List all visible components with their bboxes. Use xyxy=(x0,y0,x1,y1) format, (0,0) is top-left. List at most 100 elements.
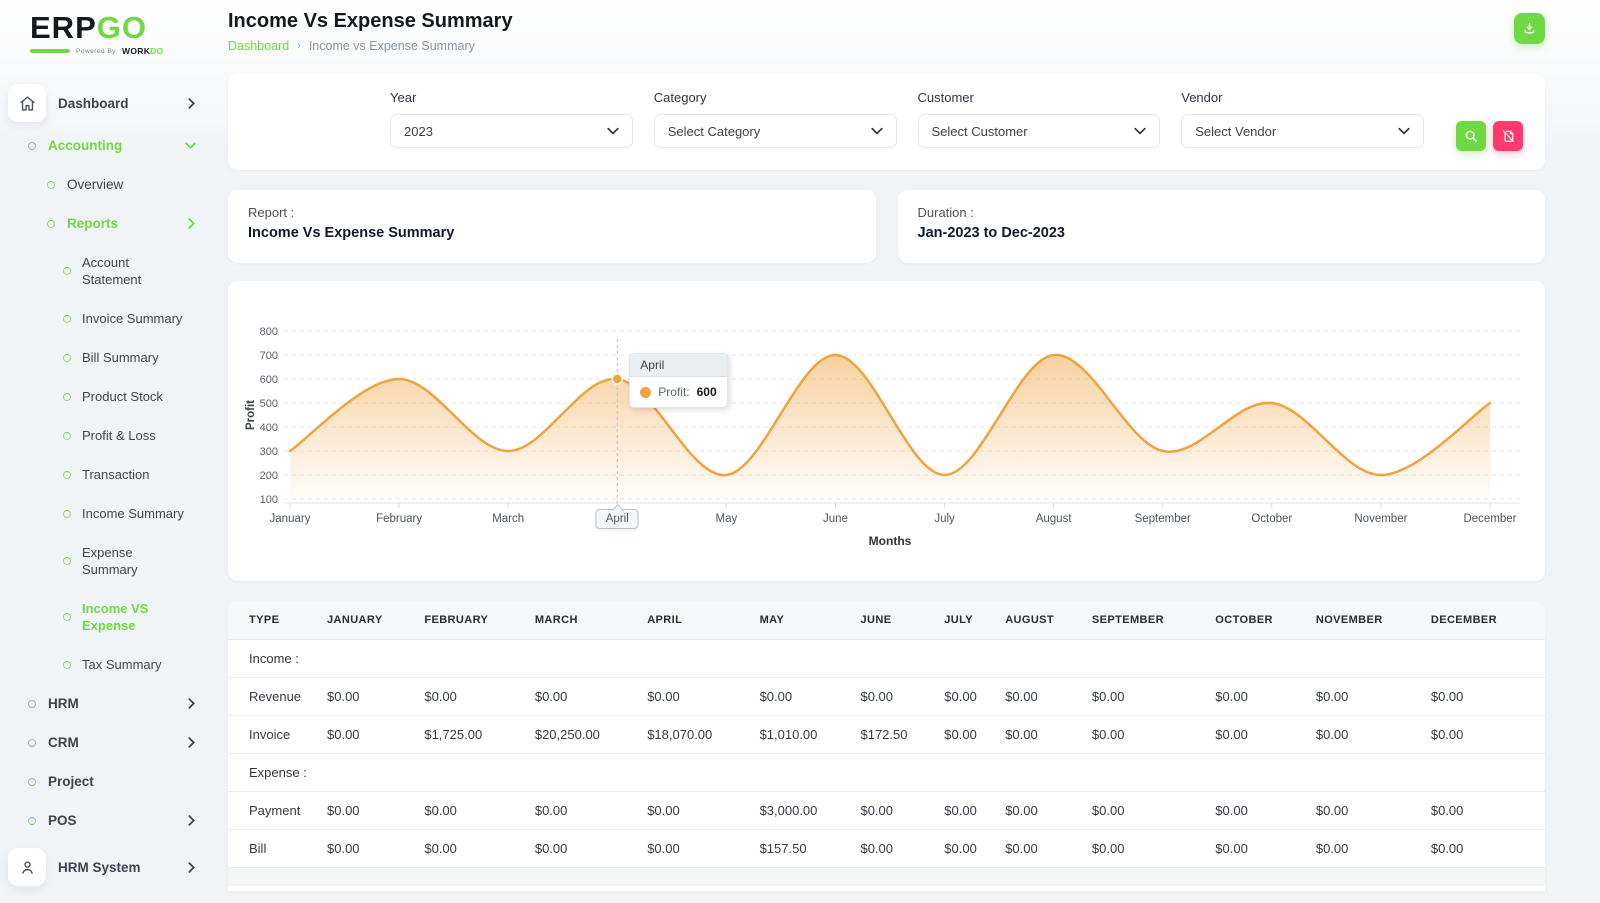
income-expense-table-card: TYPEJANUARYFEBRUARYMARCHAPRILMAYJUNEJULY… xyxy=(228,601,1545,891)
svg-text:August: August xyxy=(1036,513,1073,525)
reports-submenu: Account StatementInvoice SummaryBill Sum… xyxy=(0,243,214,684)
next-section-row xyxy=(228,868,1545,886)
chevron-down-icon xyxy=(185,141,196,150)
vendor-select[interactable]: Select Vendor xyxy=(1181,114,1424,148)
app-root: ERPGO Powered By WORKDO Dashboard Accoun… xyxy=(0,0,1600,903)
report-label: Report : xyxy=(248,205,856,220)
svg-text:300: 300 xyxy=(260,446,278,458)
modules-menu: HRMCRMProjectPOS xyxy=(0,684,214,840)
vendor-label: Vendor xyxy=(1181,90,1424,105)
column-header-january: JANUARY xyxy=(327,601,424,640)
svg-text:100: 100 xyxy=(260,494,278,506)
chevron-right-icon xyxy=(187,698,196,709)
svg-text:November: November xyxy=(1354,513,1407,525)
bullet-icon xyxy=(63,354,71,362)
sidebar-menu: Dashboard Accounting Overview Reports Ac… xyxy=(0,80,214,890)
svg-text:December: December xyxy=(1463,513,1516,525)
bullet-icon xyxy=(47,181,55,189)
xaxis-hover-label: April xyxy=(596,509,639,529)
search-icon xyxy=(1464,129,1478,143)
category-label: Category xyxy=(654,90,897,105)
sidebar-item-bill-summary[interactable]: Bill Summary xyxy=(0,338,214,377)
sidebar-item-transaction[interactable]: Transaction xyxy=(0,455,214,494)
table-row-bill: Bill$0.00$0.00$0.00$0.00$157.50$0.00$0.0… xyxy=(228,830,1545,868)
column-header-type: TYPE xyxy=(228,601,327,640)
sidebar-item-expense-summary[interactable]: Expense Summary xyxy=(0,533,214,589)
bullet-icon xyxy=(28,142,36,150)
year-label: Year xyxy=(390,90,633,105)
svg-text:October: October xyxy=(1251,513,1292,525)
x-axis-title: Months xyxy=(869,534,912,548)
category-field: Category Select Category xyxy=(654,90,897,170)
sidebar-item-pos[interactable]: POS xyxy=(0,801,214,840)
duration-card: Duration : Jan-2023 to Dec-2023 xyxy=(898,190,1546,263)
home-icon xyxy=(19,95,36,112)
column-header-march: MARCH xyxy=(535,601,647,640)
table-row-invoice: Invoice$0.00$1,725.00$20,250.00$18,070.0… xyxy=(228,716,1545,754)
customer-select[interactable]: Select Customer xyxy=(918,114,1161,148)
sidebar-item-product-stock[interactable]: Product Stock xyxy=(0,377,214,416)
svg-text:March: March xyxy=(492,513,524,525)
page-title: Income Vs Expense Summary xyxy=(228,10,513,33)
customer-field: Customer Select Customer xyxy=(918,90,1161,170)
sidebar-item-account-statement[interactable]: Account Statement xyxy=(0,243,214,299)
sidebar-item-invoice-summary[interactable]: Invoice Summary xyxy=(0,299,214,338)
svg-text:January: January xyxy=(270,513,311,525)
sidebar-item-income-vs-expense[interactable]: Income VS Expense xyxy=(0,589,214,645)
sidebar-item-accounting[interactable]: Accounting xyxy=(0,126,214,165)
year-select[interactable]: 2023 xyxy=(390,114,633,148)
sidebar-item-income-summary[interactable]: Income Summary xyxy=(0,494,214,533)
bullet-icon xyxy=(63,510,71,518)
vendor-field: Vendor Select Vendor xyxy=(1181,90,1424,170)
svg-text:February: February xyxy=(376,513,422,525)
apply-filter-button[interactable] xyxy=(1456,121,1486,151)
sidebar-item-hrm-system[interactable]: HRM System xyxy=(0,844,214,890)
download-button[interactable] xyxy=(1514,13,1545,44)
main-content: Income Vs Expense Summary Dashboard › In… xyxy=(228,0,1545,891)
sidebar-item-reports[interactable]: Reports xyxy=(0,204,214,243)
sidebar-item-crm[interactable]: CRM xyxy=(0,723,214,762)
table-row-payment: Payment$0.00$0.00$0.00$0.00$3,000.00$0.0… xyxy=(228,792,1545,830)
column-header-may: MAY xyxy=(760,601,861,640)
selected-point-marker xyxy=(612,374,622,384)
logo-powered-by: Powered By xyxy=(76,48,116,55)
customer-label: Customer xyxy=(918,90,1161,105)
svg-text:800: 800 xyxy=(260,326,278,338)
bullet-icon xyxy=(63,393,71,401)
duration-label: Duration : xyxy=(918,205,1526,220)
sidebar-item-tax-summary[interactable]: Tax Summary xyxy=(0,645,214,684)
sidebar-item-overview[interactable]: Overview xyxy=(0,165,214,204)
logo-underline xyxy=(30,49,70,53)
reset-filter-icon xyxy=(1501,129,1515,143)
column-header-april: APRIL xyxy=(647,601,759,640)
bullet-icon xyxy=(63,315,71,323)
logo-workdo: WORKDO xyxy=(122,46,163,56)
chevron-down-icon xyxy=(1398,127,1410,135)
column-header-june: JUNE xyxy=(860,601,944,640)
sidebar-item-hrm[interactable]: HRM xyxy=(0,684,214,723)
tooltip-value: 600 xyxy=(697,385,717,399)
sidebar-item-dashboard[interactable]: Dashboard xyxy=(0,80,214,126)
bullet-icon xyxy=(28,817,36,825)
series-dot-icon xyxy=(640,387,651,398)
section-row-income: Income : xyxy=(228,640,1545,678)
breadcrumb-dashboard-link[interactable]: Dashboard xyxy=(228,39,289,53)
svg-text:September: September xyxy=(1135,513,1191,525)
summary-cards: Report : Income Vs Expense Summary Durat… xyxy=(228,190,1545,263)
sidebar-item-profit-loss[interactable]: Profit & Loss xyxy=(0,416,214,455)
category-select[interactable]: Select Category xyxy=(654,114,897,148)
sidebar: ERPGO Powered By WORKDO Dashboard Accoun… xyxy=(0,0,214,903)
bullet-icon xyxy=(47,220,55,228)
column-header-december: DECEMBER xyxy=(1431,601,1545,640)
report-value: Income Vs Expense Summary xyxy=(248,225,856,241)
svg-text:700: 700 xyxy=(260,350,278,362)
breadcrumb-separator-icon: › xyxy=(297,40,301,52)
chevron-down-icon xyxy=(607,127,619,135)
reset-filter-button[interactable] xyxy=(1493,121,1523,151)
column-header-september: SEPTEMBER xyxy=(1092,601,1215,640)
app-logo[interactable]: ERPGO Powered By WORKDO xyxy=(0,12,214,56)
bullet-icon xyxy=(63,471,71,479)
svg-text:July: July xyxy=(934,513,955,525)
tooltip-series-label: Profit: xyxy=(658,385,689,399)
sidebar-item-project[interactable]: Project xyxy=(0,762,214,801)
